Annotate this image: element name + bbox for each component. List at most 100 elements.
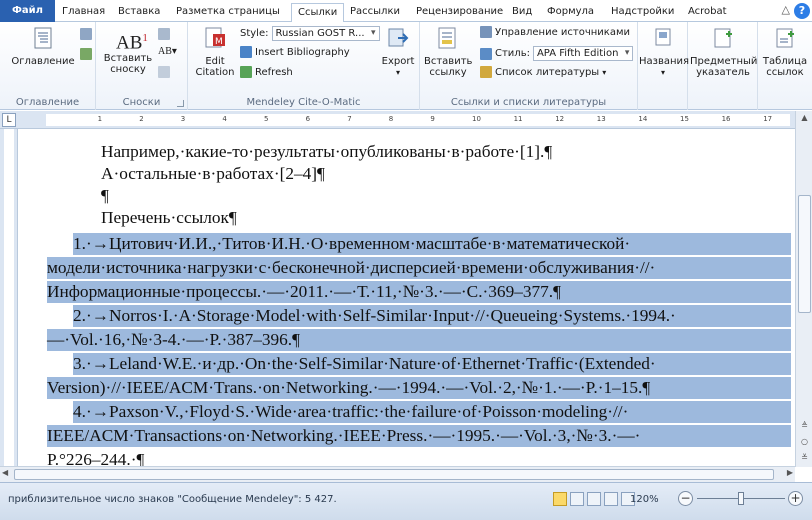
document-line[interactable]: 3.·→Leland·W.E.·и·др.·On·the·Self-Simila… — [73, 353, 791, 375]
manage-sources-label: Управление источниками — [495, 26, 631, 38]
insert-footnote-label: Вставить сноску — [103, 53, 153, 75]
tab-insert[interactable]: Вставка — [112, 3, 166, 22]
footnote-icon: AB1 — [116, 32, 148, 54]
browse-object-icon[interactable]: ○ — [796, 435, 812, 449]
document-line[interactable]: Перечень·ссылок¶ — [101, 207, 237, 229]
insert-citation-button[interactable]: Вставить ссылку — [424, 26, 472, 78]
tab-review[interactable]: Рецензирование — [410, 3, 509, 22]
export-icon — [388, 28, 409, 47]
print-layout-icon[interactable] — [553, 492, 567, 506]
tab-references[interactable]: Ссылки — [291, 3, 345, 23]
insert-footnote-button[interactable]: AB1 Вставить сноску — [100, 26, 156, 75]
tab-file[interactable]: Файл — [0, 0, 55, 22]
citation-style-combo[interactable]: APA Fifth Edition — [532, 46, 634, 61]
tab-formula[interactable]: Формула — [541, 3, 600, 22]
footnote-launcher-icon[interactable] — [177, 100, 184, 107]
ruler-number: 4 — [222, 115, 227, 123]
group-label: Сноски — [122, 97, 161, 108]
insert-bibliography-button[interactable]: Insert Bibliography — [240, 46, 350, 58]
next-page-icon[interactable]: ≚ — [796, 451, 812, 465]
style-row: Style: Russian GOST R... — [240, 26, 380, 41]
edit-citation-button[interactable]: M Edit Citation — [194, 26, 236, 78]
ruler-number: 14 — [638, 115, 648, 123]
document-line[interactable]: —·Vol.·16,·№·3-4.·—·P.·387–396.¶ — [47, 329, 791, 351]
tab-mailings[interactable]: Рассылки — [344, 3, 406, 22]
bibliography-icon — [240, 46, 252, 58]
captions-button[interactable]: Названия ▾ — [639, 26, 690, 78]
tab-selector-icon[interactable]: L — [2, 113, 16, 127]
ribbon: Оглавление Оглавление AB1 Вставить сноск… — [0, 22, 812, 110]
document-line[interactable]: модели·источника·нагрузки·с·бесконечной·… — [47, 257, 791, 279]
horizontal-scroll-thumb[interactable] — [14, 469, 774, 480]
toa-label: Таблица ссылок — [762, 56, 808, 78]
zoom-level[interactable]: 120% — [630, 494, 659, 505]
vertical-ruler-area — [4, 129, 14, 466]
status-bar: приблизительное число знаков "Сообщение … — [0, 482, 812, 520]
web-layout-icon[interactable] — [587, 492, 601, 506]
style-icon — [480, 47, 492, 60]
zoom-in-icon[interactable]: + — [788, 491, 803, 506]
document-line[interactable]: 4.·→Paxson·V.,·Floyd·S.·Wide·area·traffi… — [73, 401, 791, 423]
group-label: Ссылки и списки литературы — [450, 97, 607, 108]
tab-addins[interactable]: Надстройки — [605, 3, 680, 22]
tab-view[interactable]: Вид — [506, 3, 538, 22]
ruler-number: 3 — [180, 115, 186, 123]
help-icon[interactable]: ? — [794, 3, 810, 19]
scroll-right-icon[interactable]: ▶ — [787, 468, 793, 477]
character-count: приблизительное число знаков "Сообщение … — [8, 494, 337, 505]
manage-sources-button[interactable]: Управление источниками — [480, 26, 630, 38]
horizontal-ruler[interactable]: L 1 2 3 4 5 6 7 8 9 10 11 12 13 14 15 16 17 — [0, 111, 812, 129]
document-line[interactable]: Информационные·процессы.·—·2011.·—·Т.·11… — [47, 281, 791, 303]
document-line[interactable]: ¶ — [101, 185, 109, 207]
bibliography-button[interactable]: Список литературы ▾ — [480, 66, 606, 78]
ruler-number: 9 — [430, 115, 435, 123]
vertical-ruler[interactable] — [0, 129, 18, 466]
toc-button[interactable]: Оглавление — [10, 26, 76, 67]
ruler-number: 8 — [388, 115, 394, 123]
document-line[interactable]: Version)·//·IEEE/ACM·Trans.·on·Networkin… — [47, 377, 791, 399]
document-line[interactable]: IEEE/ACM·Transactions·on·Networking.·IEE… — [47, 425, 791, 447]
show-notes-icon[interactable] — [158, 66, 173, 78]
captions-label: Названия — [639, 56, 690, 67]
tab-acrobat[interactable]: Acrobat — [682, 3, 733, 22]
vertical-scrollbar[interactable]: ▲ ≜ ○ ≚ — [795, 111, 812, 467]
update-table-icon[interactable] — [80, 48, 95, 60]
next-footnote-icon[interactable]: AB▾ — [158, 46, 177, 57]
toa-button[interactable]: Таблица ссылок — [760, 26, 810, 78]
tab-page-layout[interactable]: Разметка страницы — [170, 3, 286, 22]
ruler-number: 5 — [264, 115, 269, 123]
collapse-ribbon-icon[interactable]: △ — [782, 3, 790, 16]
ruler-ticks: 1 2 3 4 5 6 7 8 9 10 11 12 13 14 15 16 17 — [46, 114, 790, 126]
zoom-out-icon[interactable]: − — [678, 491, 693, 506]
toc-icon — [34, 27, 52, 49]
style-label: Style: — [240, 28, 269, 39]
ruler-number: 7 — [347, 115, 352, 123]
refresh-button[interactable]: Refresh — [240, 66, 293, 78]
full-screen-reading-icon[interactable] — [570, 492, 584, 506]
tab-home[interactable]: Главная — [56, 3, 111, 22]
insert-endnote-icon[interactable] — [158, 28, 173, 40]
prev-page-icon[interactable]: ≜ — [796, 419, 812, 433]
document-line[interactable]: 1.·→Цитович·И.И.,·Титов·И.Н.·О·временном… — [73, 233, 791, 255]
ruler-number: 13 — [596, 115, 606, 123]
document-line[interactable]: 2.·→Norros·I.·A·Storage·Model·with·Self-… — [73, 305, 791, 327]
document-line[interactable]: А·остальные·в·работах·[2–4]¶ — [101, 163, 325, 185]
document-line[interactable]: P.°226–244.·¶ — [47, 449, 144, 466]
scroll-up-icon[interactable]: ▲ — [796, 111, 812, 125]
export-button[interactable]: Export ▾ — [380, 26, 416, 78]
zoom-slider-thumb[interactable] — [738, 492, 744, 505]
document-area[interactable]: Например,·какие-то·результаты·опубликова… — [19, 129, 795, 466]
outline-icon[interactable] — [604, 492, 618, 506]
ruler-number: 12 — [555, 115, 565, 123]
style-combo[interactable]: Russian GOST R... — [271, 26, 380, 41]
group-index: Предметный указатель — [688, 22, 758, 110]
horizontal-scrollbar[interactable]: ◀ ▶ — [0, 466, 795, 482]
citation-style-label: Стиль: — [495, 48, 530, 59]
scroll-left-icon[interactable]: ◀ — [2, 468, 8, 477]
add-text-icon[interactable] — [80, 28, 95, 40]
vertical-scroll-thumb[interactable] — [798, 195, 811, 313]
document-line[interactable]: Например,·какие-то·результаты·опубликова… — [101, 141, 552, 163]
export-label: Export — [381, 56, 415, 67]
index-button[interactable]: Предметный указатель — [690, 26, 757, 78]
document-page[interactable]: Например,·какие-то·результаты·опубликова… — [47, 129, 791, 466]
